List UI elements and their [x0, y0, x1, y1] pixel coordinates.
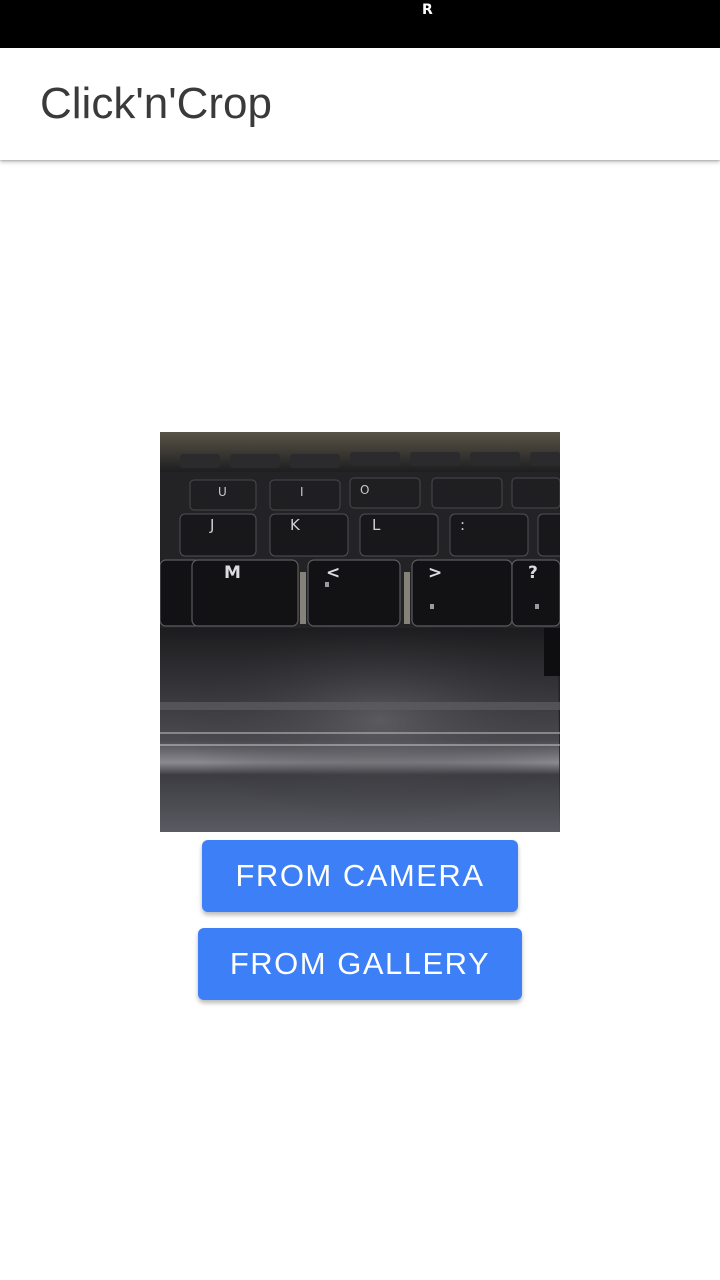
app-title: Click'n'Crop — [40, 79, 272, 128]
key-label: I — [300, 485, 304, 499]
key-label: K — [290, 516, 301, 534]
key-label: J — [209, 516, 214, 534]
keyboard-photo: U I O J K L : M < > ? — [160, 432, 560, 832]
app-bar: Click'n'Crop — [0, 48, 720, 160]
status-bar: R — [0, 0, 720, 48]
key-label: O — [360, 483, 369, 497]
key-label: M — [224, 563, 241, 583]
key-label: ? — [528, 563, 538, 583]
key-label: U — [218, 485, 227, 499]
status-indicator: R — [422, 2, 433, 18]
key-label: : — [460, 516, 465, 534]
key-label: L — [372, 516, 381, 534]
main-content: U I O J K L : M < > ? FROM CAMERA FROM G… — [0, 160, 720, 1280]
from-camera-button[interactable]: FROM CAMERA — [202, 840, 518, 912]
from-gallery-button[interactable]: FROM GALLERY — [198, 928, 522, 1000]
key-label: > — [428, 563, 442, 583]
cropped-image-preview: U I O J K L : M < > ? — [160, 432, 560, 832]
key-label: < — [326, 563, 340, 583]
